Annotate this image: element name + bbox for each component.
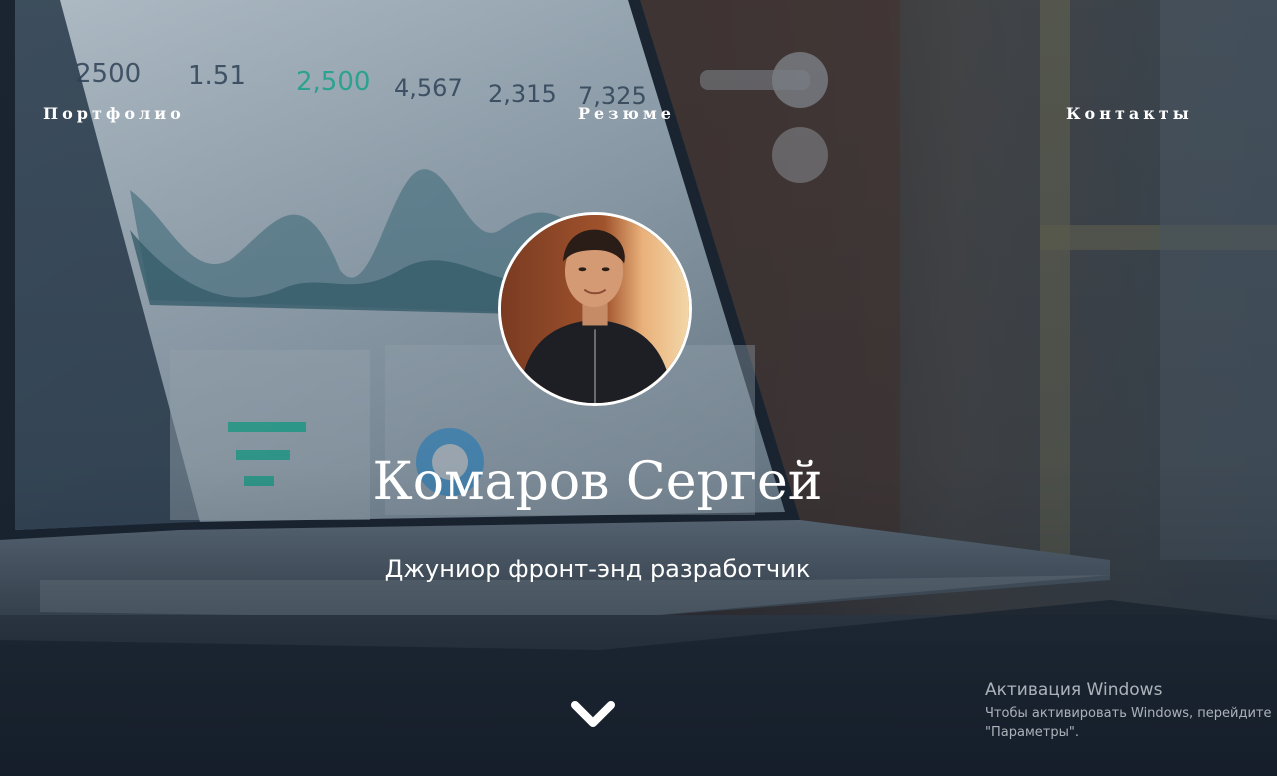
chevron-down-icon — [571, 701, 615, 727]
scroll-down-button[interactable] — [569, 697, 617, 733]
nav-resume[interactable]: Резюме — [578, 104, 675, 123]
hero-section: 2500 1.51 2,500 4,567 2,315 7,325 Портфо… — [0, 0, 1277, 776]
profile-photo — [501, 215, 689, 403]
avatar — [498, 212, 692, 406]
windows-activation-title: Активация Windows — [985, 680, 1163, 700]
job-title: Джуниор фронт-энд разработчик — [384, 555, 811, 583]
nav-portfolio[interactable]: Портфолио — [43, 104, 185, 123]
windows-activation-watermark: Активация Windows Чтобы активировать Win… — [985, 680, 1275, 742]
nav-contacts[interactable]: Контакты — [1066, 104, 1193, 123]
windows-activation-line1: Чтобы активировать Windows, перейдите — [985, 706, 1272, 721]
windows-activation-line2: "Параметры". — [985, 725, 1079, 740]
page-title: Комаров Сергей — [372, 452, 823, 512]
